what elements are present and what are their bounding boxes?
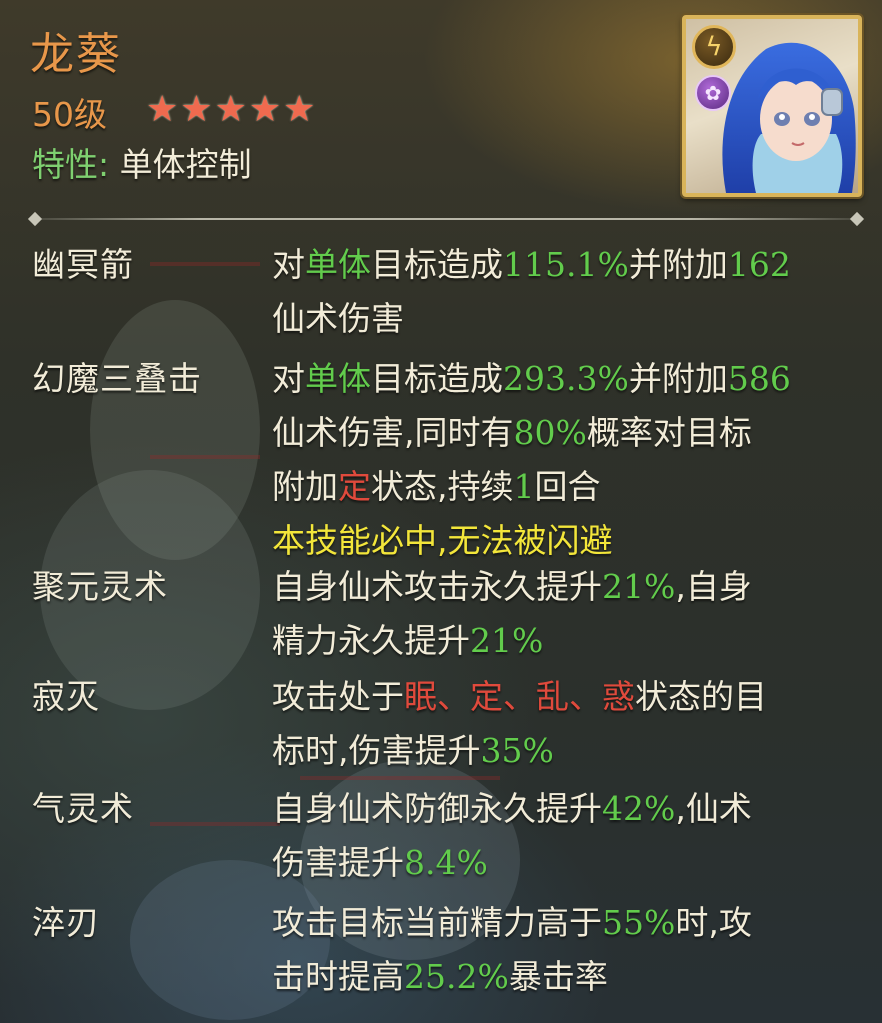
skill-description: 攻击目标当前精力高于55%时,攻 击时提高25.2%暴击率 — [272, 896, 872, 1004]
skill-highlight: 单体 — [305, 245, 371, 284]
hero-detail-panel: 龙葵 50级 ★ ★ ★ ★ ★ 特性: 单体控制 ϟ ✿ 幽冥箭 对单体目标造… — [0, 0, 882, 1023]
divider-line — [38, 218, 854, 220]
skill-text: ,仙术 — [675, 789, 752, 828]
skill-highlight: 8.4% — [404, 843, 488, 882]
skill-highlight: 25.2% — [404, 957, 509, 996]
skill-highlight: 80% — [513, 413, 587, 452]
skill-text: 自身仙术攻击永久提升 — [272, 567, 602, 606]
skill-name: 气灵术 — [32, 789, 134, 828]
skill-description: 对单体目标造成293.3%并附加586 仙术伤害,同时有80%概率对目标 附加定状态… — [272, 352, 872, 568]
skill-description-line: 攻击处于眠、定、乱、惑状态的目 — [272, 670, 872, 724]
skill-description-line: 仙术伤害 — [272, 292, 872, 346]
skill-description: 自身仙术攻击永久提升21%,自身 精力永久提升21% — [272, 560, 872, 668]
skill-name: 幻魔三叠击 — [32, 359, 202, 398]
skill-text: 回合 — [534, 467, 601, 506]
skill-text: 标时,伤害提升 — [272, 731, 481, 770]
skill-name: 淬刃 — [32, 903, 100, 942]
skill-description-line: 击时提高25.2%暴击率 — [272, 950, 872, 1004]
skill-highlight: 1 — [513, 467, 535, 506]
lightning-icon: ϟ — [692, 25, 736, 69]
skill-highlight: 单体 — [305, 359, 371, 398]
skill-description-line: 仙术伤害,同时有80%概率对目标 — [272, 406, 872, 460]
skill-highlight: 定 — [338, 467, 371, 506]
skill-text: 攻击处于 — [272, 677, 404, 716]
skill-highlight: 293.3% — [503, 359, 629, 398]
skill-highlight: 115.1% — [503, 245, 629, 284]
skill-highlight: 眠、定、乱、惑 — [404, 677, 635, 716]
star-icon: ★ — [214, 89, 247, 130]
skill-highlight: 35% — [480, 731, 554, 770]
skill-text: 并附加 — [628, 245, 728, 284]
skill-description-line: 附加定状态,持续1回合 — [272, 460, 872, 514]
skill-name: 寂灭 — [32, 677, 100, 716]
skill-highlight: 21% — [470, 621, 544, 660]
skill-description: 对单体目标造成115.1%并附加162 仙术伤害 — [272, 238, 872, 346]
star-icon: ★ — [180, 89, 213, 130]
hero-level: 50级 — [32, 95, 107, 134]
skill-name: 幽冥箭 — [32, 245, 134, 284]
skill-text: 暴击率 — [508, 957, 608, 996]
skill-description-line: 对单体目标造成115.1%并附加162 — [272, 238, 872, 292]
skill-text: 对 — [272, 359, 305, 398]
skill-description-line: 伤害提升8.4% — [272, 836, 872, 890]
skill-text: 状态,持续 — [371, 467, 514, 506]
star-icon: ★ — [283, 89, 316, 130]
skill-highlight: 42% — [602, 789, 676, 828]
skill-text: 附加 — [272, 467, 338, 506]
section-divider — [27, 211, 865, 227]
skill-description-line: 标时,伤害提升35% — [272, 724, 872, 778]
skill-description-line: 精力永久提升21% — [272, 614, 872, 668]
skill-description-line: 自身仙术防御永久提升42%,仙术 — [272, 782, 872, 836]
skill-description-line: 自身仙术攻击永久提升21%,自身 — [272, 560, 872, 614]
divider-cap-right — [849, 211, 865, 227]
rose-icon: ✿ — [695, 75, 731, 111]
skill-highlight: 55% — [602, 903, 676, 942]
skill-highlight: 162 — [727, 245, 791, 284]
hero-trait: 特性: 单体控制 — [32, 138, 252, 186]
skill-text: 伤害提升 — [272, 843, 404, 882]
skill-text: 精力永久提升 — [272, 621, 470, 660]
skill-text: 击时提高 — [272, 957, 404, 996]
skill-text: 目标造成 — [371, 245, 503, 284]
skill-text: 仙术伤害,同时有 — [272, 413, 514, 452]
skill-description-line: 对单体目标造成293.3%并附加586 — [272, 352, 872, 406]
hero-name: 龙葵 — [30, 29, 122, 80]
trait-label: 特性: — [32, 145, 110, 184]
background-stripe — [150, 822, 280, 826]
background-stripe — [150, 455, 260, 459]
star-rating: ★ ★ ★ ★ ★ — [146, 90, 315, 130]
skill-text: 状态的目 — [635, 677, 767, 716]
star-icon: ★ — [248, 89, 282, 130]
divider-cap-left — [27, 211, 43, 227]
star-icon: ★ — [146, 89, 179, 130]
skill-text: 时,攻 — [675, 903, 752, 942]
skill-name: 聚元灵术 — [32, 567, 168, 606]
skill-highlight: 586 — [727, 359, 791, 398]
hero-portrait[interactable]: ϟ ✿ — [682, 15, 862, 197]
skill-description-line: 攻击目标当前精力高于55%时,攻 — [272, 896, 872, 950]
skill-highlight: 本技能必中,无法被闪避 — [272, 521, 613, 560]
skill-text: 概率对目标 — [586, 413, 752, 452]
skill-text: 并附加 — [628, 359, 728, 398]
skill-description: 自身仙术防御永久提升42%,仙术 伤害提升8.4% — [272, 782, 872, 890]
skill-text: 攻击目标当前精力高于 — [272, 903, 602, 942]
skill-text: ,自身 — [675, 567, 752, 606]
skill-text: 对 — [272, 245, 305, 284]
skill-highlight: 21% — [602, 567, 676, 606]
skill-description: 攻击处于眠、定、乱、惑状态的目 标时,伤害提升35% — [272, 670, 872, 778]
background-stripe — [150, 262, 260, 266]
skill-text: 自身仙术防御永久提升 — [272, 789, 602, 828]
trait-value: 单体控制 — [119, 145, 252, 184]
skill-text: 目标造成 — [371, 359, 503, 398]
skill-text: 仙术伤害 — [272, 299, 404, 338]
